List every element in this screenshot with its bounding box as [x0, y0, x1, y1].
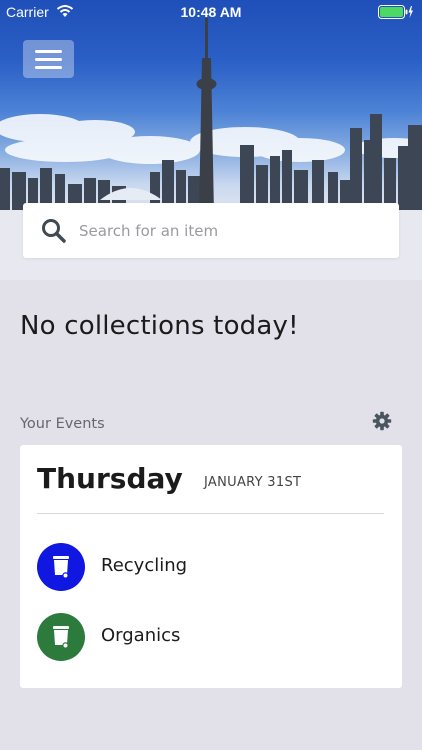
event-item-label: Organics — [101, 625, 181, 646]
bin-icon — [37, 613, 85, 661]
bin-icon — [37, 543, 85, 591]
divider — [37, 513, 384, 514]
battery-icon — [378, 5, 414, 22]
event-item-label: Recycling — [101, 555, 188, 576]
search-icon — [41, 218, 67, 248]
no-collections-message: No collections today! — [20, 311, 299, 341]
events-card: Thursday JANUARY 31ST Recycling Organics — [20, 445, 402, 688]
your-events-label: Your Events — [20, 416, 105, 432]
hamburger-icon-bar — [35, 65, 62, 69]
event-item-recycling[interactable]: Recycling — [37, 543, 377, 591]
event-day-title: Thursday — [37, 462, 183, 495]
status-bar: Carrier 10:48 AM — [0, 0, 422, 24]
menu-button[interactable] — [23, 40, 74, 78]
gear-icon[interactable] — [372, 411, 392, 435]
hamburger-icon-bar — [35, 49, 62, 53]
search-input[interactable] — [79, 203, 379, 258]
event-date: JANUARY 31ST — [204, 475, 302, 490]
clock-time: 10:48 AM — [180, 4, 242, 20]
search-bar[interactable] — [23, 203, 399, 258]
event-item-organics[interactable]: Organics — [37, 613, 377, 661]
hamburger-icon-bar — [35, 57, 62, 61]
